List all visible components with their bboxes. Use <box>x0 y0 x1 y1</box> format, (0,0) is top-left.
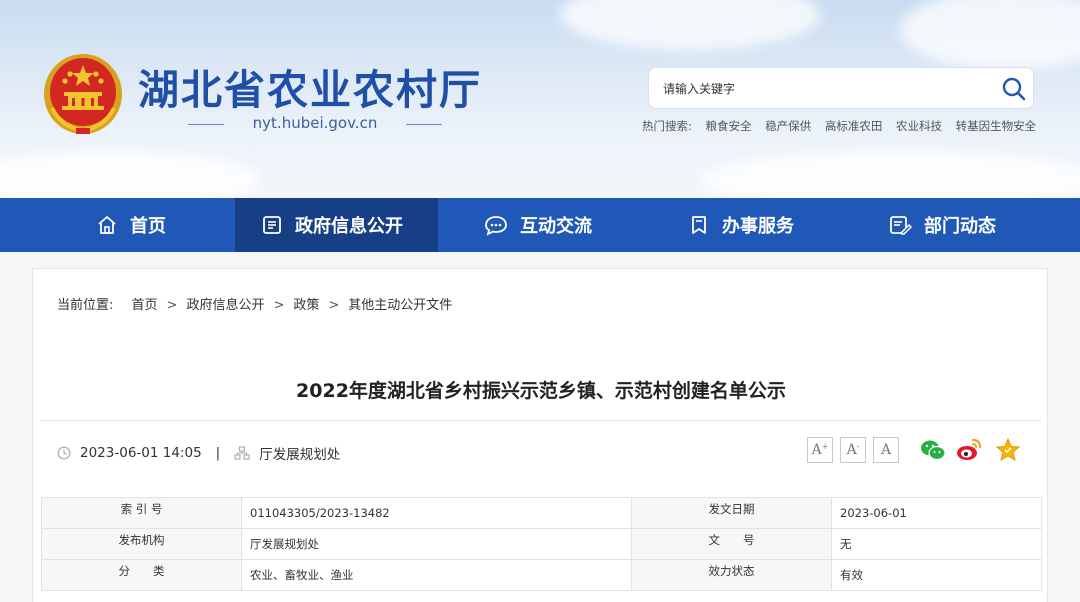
hot-keyword[interactable]: 粮食安全 <box>706 119 752 133</box>
table-row: 发布机构 厅发展规划处 文 号 无 <box>41 528 1042 560</box>
news-edit-icon <box>890 216 912 235</box>
cloud-decoration <box>0 150 260 198</box>
org-chart-icon <box>234 446 250 460</box>
search-icon[interactable] <box>999 74 1029 104</box>
document-list-icon <box>263 216 281 234</box>
site-title: 湖北省农业农村厅 <box>138 66 482 114</box>
search-box <box>648 67 1034 109</box>
favorite-star-icon[interactable] <box>994 436 1022 464</box>
hot-keyword[interactable]: 高标准农田 <box>825 119 883 133</box>
table-row: 分 类 农业、畜牧业、渔业 效力状态 有效 <box>41 559 1042 591</box>
nav-item-interaction[interactable]: 互动交流 <box>484 198 592 252</box>
table-row: 索 引 号 011043305/2023-13482 发文日期 2023-06-… <box>41 497 1042 529</box>
nav-item-label: 部门动态 <box>924 216 996 237</box>
nav-item-services[interactable]: 办事服务 <box>688 198 794 252</box>
national-emblem-icon <box>44 54 122 134</box>
hot-search: 热门搜索: 粮食安全 稳产保供 高标准农田 农业科技 转基因生物安全 <box>642 118 1046 134</box>
nav-item-home[interactable]: 首页 <box>96 198 166 252</box>
publish-department: 厅发展规划处 <box>259 447 341 463</box>
breadcrumb: 当前位置: 首页 > 政府信息公开 > 政策 > 其他主动公开文件 <box>57 298 453 313</box>
font-increase-button[interactable]: A + <box>807 437 833 463</box>
clock-icon <box>57 446 71 460</box>
weibo-icon[interactable] <box>955 436 983 464</box>
bookmark-icon <box>692 216 706 234</box>
site-domain: nyt.hubei.gov.cn <box>188 114 442 132</box>
nav-item-gov-info[interactable]: 政府信息公开 <box>235 198 438 252</box>
info-label: 效力状态 <box>631 559 832 591</box>
font-size-controls: A + A- A <box>807 437 906 463</box>
site-header: 湖北省农业农村厅 nyt.hubei.gov.cn 热门搜索: 粮食安全 稳产保… <box>0 0 1080 198</box>
article-meta: 2023-06-01 14:05 | 厅发展规划处 <box>57 443 340 463</box>
cloud-decoration <box>900 0 1080 70</box>
info-value: 厅发展规划处 <box>241 528 632 560</box>
info-label: 文 号 <box>631 528 832 560</box>
meta-separator: | <box>215 445 221 461</box>
info-value: 有效 <box>831 559 1042 591</box>
nav-item-label: 首页 <box>130 216 166 237</box>
breadcrumb-link[interactable]: 政府信息公开 <box>186 298 264 313</box>
home-icon <box>98 216 116 234</box>
hot-keyword[interactable]: 转基因生物安全 <box>956 119 1037 133</box>
nav-item-label: 办事服务 <box>722 216 794 237</box>
nav-item-label: 互动交流 <box>520 216 592 237</box>
info-label: 发布机构 <box>41 528 242 560</box>
info-value: 2023-06-01 <box>831 497 1042 529</box>
info-value: 011043305/2023-13482 <box>241 497 632 529</box>
hot-search-label: 热门搜索: <box>642 119 692 133</box>
cloud-decoration <box>560 0 820 50</box>
font-button-sup: - <box>856 441 860 451</box>
publish-datetime: 2023-06-01 14:05 <box>80 445 202 461</box>
breadcrumb-label: 当前位置: <box>57 298 114 313</box>
wechat-icon[interactable] <box>919 436 947 464</box>
hot-keyword[interactable]: 稳产保供 <box>765 119 811 133</box>
divider <box>41 420 1041 421</box>
article-title: 2022年度湖北省乡村振兴示范乡镇、示范村创建名单公示 <box>296 380 786 402</box>
article-card: 当前位置: 首页 > 政府信息公开 > 政策 > 其他主动公开文件 2022年度湖北省乡村振… <box>32 268 1048 602</box>
font-decrease-button[interactable]: A- <box>840 437 866 463</box>
info-label: 索 引 号 <box>41 497 242 529</box>
main-nav: 首页 政府信息公开 互动交流 办事服务 部门动态 <box>0 198 1080 252</box>
font-button-label: A <box>811 442 822 458</box>
breadcrumb-link[interactable]: 政策 <box>293 298 319 313</box>
info-value: 无 <box>831 528 1042 560</box>
font-reset-button[interactable]: A <box>873 437 899 463</box>
info-value: 农业、畜牧业、渔业 <box>241 559 632 591</box>
font-button-label: A <box>846 442 857 458</box>
font-button-sup: + <box>821 441 829 451</box>
info-label: 发文日期 <box>631 497 832 529</box>
search-input[interactable] <box>663 79 983 99</box>
breadcrumb-link[interactable]: 首页 <box>132 298 158 313</box>
hot-keyword[interactable]: 农业科技 <box>896 119 942 133</box>
info-label: 分 类 <box>41 559 242 591</box>
nav-item-news[interactable]: 部门动态 <box>888 198 996 252</box>
document-info-table: 索 引 号 011043305/2023-13482 发文日期 2023-06-… <box>41 497 1042 591</box>
chat-bubble-icon <box>485 216 507 236</box>
nav-item-label: 政府信息公开 <box>295 216 403 237</box>
breadcrumb-link[interactable]: 其他主动公开文件 <box>348 298 452 313</box>
cloud-decoration <box>700 150 1080 198</box>
font-button-label: A <box>880 442 892 458</box>
